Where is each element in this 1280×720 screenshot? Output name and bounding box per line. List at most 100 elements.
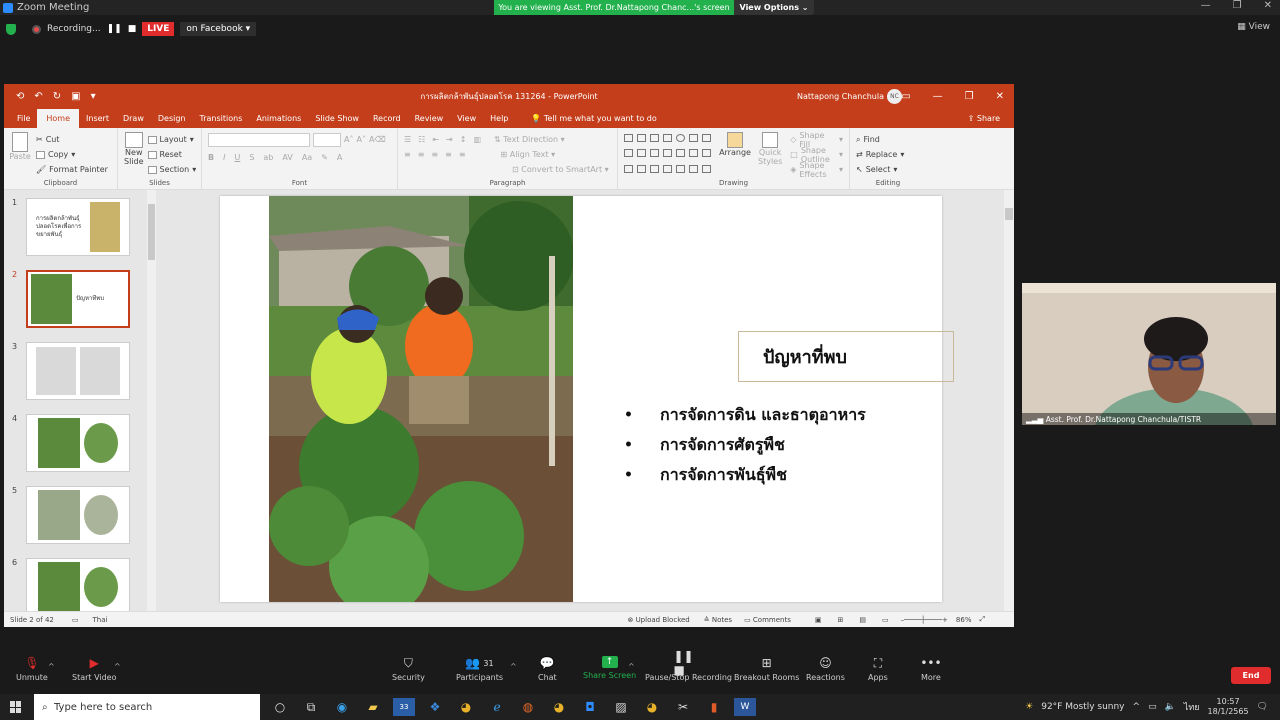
font-size-select[interactable]	[313, 132, 341, 147]
accessibility-icon[interactable]: ▭	[72, 616, 79, 624]
font-color-icon[interactable]: A	[337, 153, 342, 162]
shape-effects-button[interactable]: ◈ Shape Effects ▾	[790, 161, 843, 179]
view-button[interactable]: ▦ View	[1237, 22, 1270, 32]
notes-button[interactable]: ≙ Notes	[704, 616, 732, 624]
underline-icon[interactable]: U	[234, 153, 240, 162]
font-grow-icon[interactable]: A˄	[344, 135, 353, 144]
chrome-icon-2[interactable]: ◕	[548, 698, 570, 716]
chat-button[interactable]: 💬 Chat	[538, 656, 557, 682]
restore-icon[interactable]: ❐	[1233, 0, 1242, 11]
upload-status[interactable]: ⊗ Upload Blocked	[627, 616, 689, 624]
thumbnail-slide-6[interactable]: 6	[12, 558, 130, 611]
language-indicator[interactable]: ไทย	[1184, 700, 1200, 714]
shadow-icon[interactable]: S	[249, 153, 254, 162]
dropbox-icon[interactable]: ❖	[424, 698, 446, 716]
font-family-select[interactable]	[208, 132, 310, 147]
clear-format-icon[interactable]: A⌫	[369, 135, 386, 144]
tab-draw[interactable]: Draw	[116, 114, 151, 128]
share-button[interactable]: ⇪ Share	[954, 114, 1014, 128]
slide-photo[interactable]	[269, 196, 573, 602]
participants-button[interactable]: 👥 31 Participants	[456, 656, 503, 682]
distribute-icon[interactable]: ≡	[459, 150, 466, 159]
align-center-icon[interactable]: ≡	[418, 150, 425, 159]
indent-icon[interactable]: ⇤	[432, 135, 439, 144]
slideshow-view-icon[interactable]: ▭	[882, 616, 889, 624]
zoom-level[interactable]: 86%	[956, 616, 972, 624]
taskbar-clock[interactable]: 10:57 18/1/2565	[1208, 697, 1249, 716]
pause-recording-button[interactable]: ❚❚ ■ Pause/Stop Recording	[645, 649, 732, 682]
restore-icon[interactable]: ❐	[965, 91, 974, 102]
windows-start-icon[interactable]	[10, 701, 22, 713]
webcam-tile[interactable]: ▂▃▅ Asst. Prof. Dr.Nattapong Chanchula/T…	[1022, 283, 1276, 425]
section-button[interactable]: Section ▾	[147, 162, 196, 177]
task-view-icon[interactable]: ⧉	[300, 698, 322, 716]
tab-transitions[interactable]: Transitions	[193, 114, 250, 128]
snip-icon[interactable]: ✂	[672, 698, 694, 716]
zoom-app-icon[interactable]: ◘	[579, 698, 601, 716]
tab-slide-show[interactable]: Slide Show	[308, 114, 366, 128]
share-chevron-icon[interactable]: ^	[628, 662, 635, 671]
firefox-icon[interactable]: ◍	[517, 698, 539, 716]
case-icon[interactable]: Aa	[302, 153, 312, 162]
mail-icon[interactable]: 33	[393, 698, 415, 716]
audio-options-chevron-icon[interactable]: ^	[48, 662, 55, 671]
reset-button[interactable]: Reset	[147, 147, 197, 162]
tab-record[interactable]: Record	[366, 114, 408, 128]
slide-bullets[interactable]: • การจัดการดิน และธาตุอาหาร • การจัดการศัต…	[624, 400, 866, 490]
shapes-gallery[interactable]	[624, 134, 712, 177]
volume-icon[interactable]: 🔈	[1165, 702, 1176, 712]
ie-icon[interactable]: ℯ	[486, 698, 508, 716]
participants-chevron-icon[interactable]: ^	[510, 662, 517, 671]
reactions-button[interactable]: ☺ Reactions	[806, 656, 845, 682]
slide-title-box[interactable]: ปัญหาที่พบ	[738, 331, 954, 382]
comments-button[interactable]: ▭ Comments	[744, 616, 791, 624]
columns-icon[interactable]: ▥	[473, 135, 481, 144]
user-name[interactable]: Nattapong Chanchula	[797, 92, 884, 101]
font-shrink-icon[interactable]: A˅	[356, 135, 365, 144]
bold-icon[interactable]: B	[208, 153, 214, 162]
shield-icon[interactable]	[6, 23, 16, 35]
chrome-icon-3[interactable]: ◕	[641, 698, 663, 716]
tray-chevron-icon[interactable]: ^	[1133, 702, 1141, 712]
spacing-icon[interactable]: AV	[282, 153, 292, 162]
security-button[interactable]: ⛉ Security	[392, 656, 425, 683]
tell-me-search[interactable]: 💡 Tell me what you want to do	[531, 114, 656, 128]
quick-styles-button[interactable]: Quick Styles	[758, 132, 782, 177]
thumbnail-slide-5[interactable]: 5	[12, 486, 130, 544]
select-button[interactable]: ↖ Select ▾	[856, 162, 920, 177]
taskbar-search-input[interactable]: ⌕ Type here to search	[34, 694, 260, 720]
cut-button[interactable]: ✂ Cut	[36, 132, 108, 147]
text-direction-button[interactable]: ⇅ Text Direction ▾	[494, 135, 565, 144]
powerpoint-icon[interactable]: ▮	[703, 698, 725, 716]
new-slide-button[interactable]: New Slide	[124, 132, 144, 177]
tab-design[interactable]: Design	[151, 114, 193, 128]
stop-icon[interactable]: ■	[128, 24, 137, 34]
justify-icon[interactable]: ≡	[445, 150, 452, 159]
layout-button[interactable]: Layout ▾	[147, 132, 197, 147]
close-icon[interactable]: ✕	[1264, 0, 1272, 11]
align-left-icon[interactable]: ≡	[404, 150, 411, 159]
pause-icon[interactable]: ❚❚	[107, 24, 122, 34]
paste-button[interactable]: Paste	[9, 132, 31, 177]
minimize-icon[interactable]: —	[1201, 0, 1211, 11]
live-target-dropdown[interactable]: on Facebook ▾	[180, 22, 257, 36]
outdent-icon[interactable]: ⇥	[446, 135, 453, 144]
tab-file[interactable]: File	[10, 114, 37, 128]
ribbon-display-icon[interactable]: ▭	[901, 91, 910, 102]
chrome-icon[interactable]: ◕	[455, 698, 477, 716]
avatar[interactable]: NC	[887, 88, 902, 104]
tab-view[interactable]: View	[450, 114, 483, 128]
tab-home[interactable]: Home	[37, 109, 80, 128]
video-options-chevron-icon[interactable]: ^	[114, 662, 121, 671]
thumbnail-slide-4[interactable]: 4	[12, 414, 130, 472]
current-slide[interactable]: ปัญหาที่พบ • การจัดการดิน และธาตุอาหาร • ก…	[220, 196, 954, 602]
weather-text[interactable]: 92°F Mostly sunny	[1041, 702, 1124, 712]
italic-icon[interactable]: I	[223, 153, 225, 162]
numbering-icon[interactable]: ☷	[418, 135, 425, 144]
thumbnails-scrollbar[interactable]	[147, 190, 156, 611]
end-meeting-button[interactable]: End	[1231, 667, 1271, 684]
close-icon[interactable]: ✕	[996, 91, 1004, 102]
tab-help[interactable]: Help	[483, 114, 515, 128]
normal-view-icon[interactable]: ▣	[815, 616, 822, 624]
replace-button[interactable]: ⇄ Replace ▾	[856, 147, 920, 162]
